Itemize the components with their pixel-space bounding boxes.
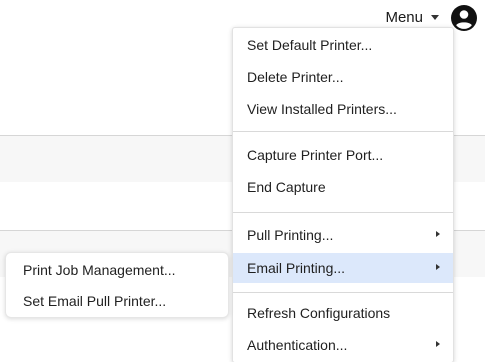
submenu-item-print-job-management[interactable]: Print Job Management...: [6, 255, 228, 285]
menu-item-authentication[interactable]: Authentication...: [233, 330, 453, 360]
menu-item-end-capture[interactable]: End Capture: [233, 172, 453, 202]
caret-down-icon: [431, 15, 439, 20]
menu-separator: [233, 292, 453, 293]
page: Menu Set Default Printer... Delete Print…: [0, 0, 485, 362]
menu-separator: [233, 212, 453, 213]
menu-item-delete-printer[interactable]: Delete Printer...: [233, 62, 453, 92]
chevron-right-icon: [436, 231, 440, 237]
menu-item-pull-printing[interactable]: Pull Printing...: [233, 220, 453, 250]
menu-item-label: Pull Printing...: [247, 227, 334, 243]
menu-item-view-installed-printers[interactable]: View Installed Printers...: [233, 94, 453, 124]
menu-button[interactable]: Menu: [385, 9, 439, 26]
menu-item-label: Refresh Configurations: [247, 305, 391, 321]
menu-separator: [233, 131, 453, 132]
account-circle-icon[interactable]: [450, 4, 478, 32]
menu-item-label: Set Default Printer...: [247, 37, 373, 53]
menu-item-label: Authentication...: [247, 337, 348, 353]
menu-label: Menu: [385, 9, 423, 26]
menu-item-label: Email Printing...: [247, 260, 346, 276]
submenu-item-label: Print Job Management...: [23, 262, 176, 278]
menu-dropdown: Set Default Printer... Delete Printer...…: [232, 27, 454, 362]
menu-item-label: View Installed Printers...: [247, 101, 397, 117]
chevron-right-icon: [436, 264, 440, 270]
email-printing-submenu: Print Job Management... Set Email Pull P…: [5, 252, 229, 318]
menu-item-capture-printer-port[interactable]: Capture Printer Port...: [233, 140, 453, 170]
submenu-item-set-email-pull-printer[interactable]: Set Email Pull Printer...: [6, 286, 228, 316]
menu-item-email-printing[interactable]: Email Printing...: [233, 253, 453, 283]
chevron-right-icon: [436, 341, 440, 347]
menu-item-refresh-configurations[interactable]: Refresh Configurations: [233, 298, 453, 328]
menu-item-label: Delete Printer...: [247, 69, 344, 85]
menu-item-label: Capture Printer Port...: [247, 147, 384, 163]
menu-item-label: End Capture: [247, 179, 326, 195]
menu-item-set-default-printer[interactable]: Set Default Printer...: [233, 30, 453, 60]
submenu-item-label: Set Email Pull Printer...: [23, 293, 167, 309]
